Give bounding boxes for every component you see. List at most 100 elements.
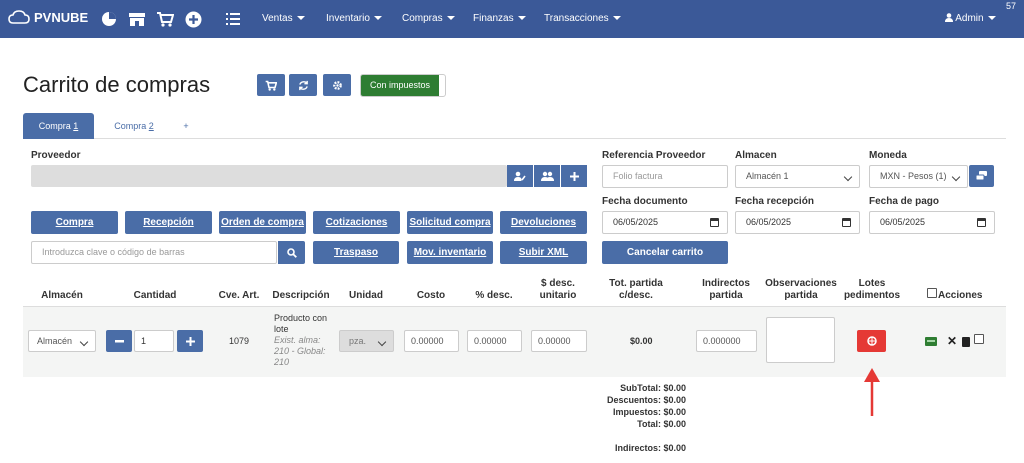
money-icon[interactable] xyxy=(925,337,937,346)
devoluciones-button[interactable]: Devoluciones xyxy=(500,211,587,234)
brand-name: PVNUBE xyxy=(34,9,89,25)
header-tot-partida: Tot. partida c/desc. xyxy=(598,278,674,302)
fecha-pago-input[interactable]: 06/05/2025 xyxy=(869,211,995,234)
lotes-button[interactable] xyxy=(857,330,886,352)
users-icon xyxy=(540,171,554,181)
fecha-documento-input[interactable]: 06/05/2025 xyxy=(602,211,728,234)
search-button[interactable] xyxy=(278,241,305,264)
delete-row-icon[interactable]: ✕ xyxy=(947,335,957,347)
moneda-label: Moneda xyxy=(869,150,907,161)
mov-inventario-button[interactable]: Mov. inventario xyxy=(407,241,493,264)
cart-icon[interactable] xyxy=(156,10,174,28)
orden-compra-button[interactable]: Orden de compra xyxy=(219,211,306,234)
currency-button[interactable] xyxy=(969,165,994,187)
header-indirectos: Indirectos partida xyxy=(692,278,760,302)
subir-xml-button[interactable]: Subir XML xyxy=(500,241,587,264)
fecha-documento-value: 06/05/2025 xyxy=(613,217,659,227)
copy-icon[interactable] xyxy=(962,337,970,347)
total-value: Total: $0.00 xyxy=(637,419,686,429)
calendar-icon[interactable] xyxy=(710,218,719,227)
money-icon xyxy=(976,171,987,181)
menu-ventas[interactable]: Ventas xyxy=(262,13,305,24)
settings-button[interactable] xyxy=(323,74,351,96)
menu-compras[interactable]: Compras xyxy=(402,13,455,24)
cart-icon xyxy=(265,80,277,91)
annotation-arrow-icon xyxy=(864,368,880,416)
header-desc-unitario-line1: $ desc. xyxy=(541,278,575,289)
menu-compras-label: Compras xyxy=(402,13,443,24)
user-name: Admin xyxy=(955,13,984,24)
search-input[interactable]: Introduzca clave o código de barras xyxy=(31,241,277,264)
row-desc-unit-input[interactable]: 0.00000 xyxy=(531,330,587,352)
menu-inventario-label: Inventario xyxy=(326,13,370,24)
calendar-icon[interactable] xyxy=(977,218,986,227)
add-provider-button[interactable] xyxy=(561,165,587,187)
traspaso-button[interactable]: Traspaso xyxy=(313,241,399,264)
minus-icon xyxy=(114,339,124,342)
compra-button[interactable]: Compra xyxy=(31,211,118,234)
header-ind-line1: Indirectos xyxy=(702,278,750,289)
row-unidad-select[interactable]: pza. xyxy=(339,330,394,352)
brand-logo[interactable]: PVNUBE xyxy=(8,9,88,25)
providers-list-button[interactable] xyxy=(534,165,560,187)
row-checkbox[interactable] xyxy=(974,334,984,344)
fecha-pago-value: 06/05/2025 xyxy=(880,217,926,227)
row-almacen-select[interactable]: Almacén xyxy=(28,330,96,352)
proveedor-field[interactable] xyxy=(31,165,507,187)
row-observaciones-textarea[interactable] xyxy=(766,317,835,363)
row-indirectos-input[interactable]: 0.000000 xyxy=(696,330,757,352)
chevron-down-icon xyxy=(446,16,455,21)
user-icon xyxy=(945,13,953,22)
tab-compra-2[interactable]: Compra 2 xyxy=(104,113,164,139)
impuestos-value: Impuestos: $0.00 xyxy=(612,407,686,417)
menu-finanzas[interactable]: Finanzas xyxy=(473,13,526,24)
plus-circle-icon[interactable] xyxy=(184,10,202,28)
select-all-checkbox[interactable] xyxy=(927,288,937,298)
menu-transacciones[interactable]: Transacciones xyxy=(544,13,621,24)
search-icon xyxy=(286,247,297,258)
header-cve-art: Cve. Art. xyxy=(218,290,260,301)
header-cantidad: Cantidad xyxy=(133,290,177,301)
totals-spacer xyxy=(560,430,686,442)
header-unidad: Unidad xyxy=(349,290,383,301)
refresh-icon xyxy=(298,80,308,90)
row-pct-desc-input[interactable]: 0.00000 xyxy=(467,330,522,352)
recepcion-button[interactable]: Recepción xyxy=(125,211,212,234)
tax-toggle[interactable]: Con impuestos xyxy=(360,74,446,97)
cart-button[interactable] xyxy=(257,74,285,96)
header-lotes-line1: Lotes xyxy=(858,278,886,289)
refresh-button[interactable] xyxy=(289,74,317,96)
header-descripcion: Descripción xyxy=(272,290,330,301)
row-desc-line2: lote xyxy=(274,324,289,334)
moneda-select[interactable]: MXN - Pesos (1) xyxy=(869,165,968,188)
quantity-input[interactable]: 1 xyxy=(134,330,174,352)
menu-ventas-label: Ventas xyxy=(262,13,293,24)
list-icon[interactable] xyxy=(224,10,242,28)
user-menu[interactable]: Admin xyxy=(945,13,996,24)
tab-add[interactable]: + xyxy=(174,113,198,139)
menu-inventario[interactable]: Inventario xyxy=(326,13,382,24)
cancelar-carrito-button[interactable]: Cancelar carrito xyxy=(602,241,728,264)
header-lotes: Lotes pedimentos xyxy=(840,278,904,302)
pie-chart-icon[interactable] xyxy=(100,10,118,28)
row-costo-input[interactable]: 0.00000 xyxy=(404,330,459,352)
tab-compra-1[interactable]: Compra 1 xyxy=(23,113,94,139)
store-icon[interactable] xyxy=(128,10,146,28)
top-navbar: PVNUBE Ventas Inventario Compras Finanza… xyxy=(0,0,1024,38)
calendar-icon[interactable] xyxy=(842,218,851,227)
cotizaciones-button[interactable]: Cotizaciones xyxy=(313,211,400,234)
increment-button[interactable] xyxy=(177,330,203,352)
fecha-recepcion-input[interactable]: 06/05/2025 xyxy=(735,211,860,234)
edit-provider-button[interactable] xyxy=(507,165,533,187)
ref-proveedor-input[interactable]: Folio factura xyxy=(602,165,728,188)
solicitud-compra-button[interactable]: Solicitud compra xyxy=(407,211,493,234)
menu-finanzas-label: Finanzas xyxy=(473,13,514,24)
almacen-select[interactable]: Almacén 1 xyxy=(735,165,860,188)
row-stock-line3: 210 xyxy=(274,357,290,367)
header-costo: Costo xyxy=(416,290,446,301)
decrement-button[interactable] xyxy=(106,330,132,352)
header-tot-line1: Tot. partida xyxy=(609,278,663,289)
header-desc-unitario-line2: unitario xyxy=(539,290,577,301)
chevron-down-icon xyxy=(296,16,305,21)
plus-icon xyxy=(185,336,195,346)
